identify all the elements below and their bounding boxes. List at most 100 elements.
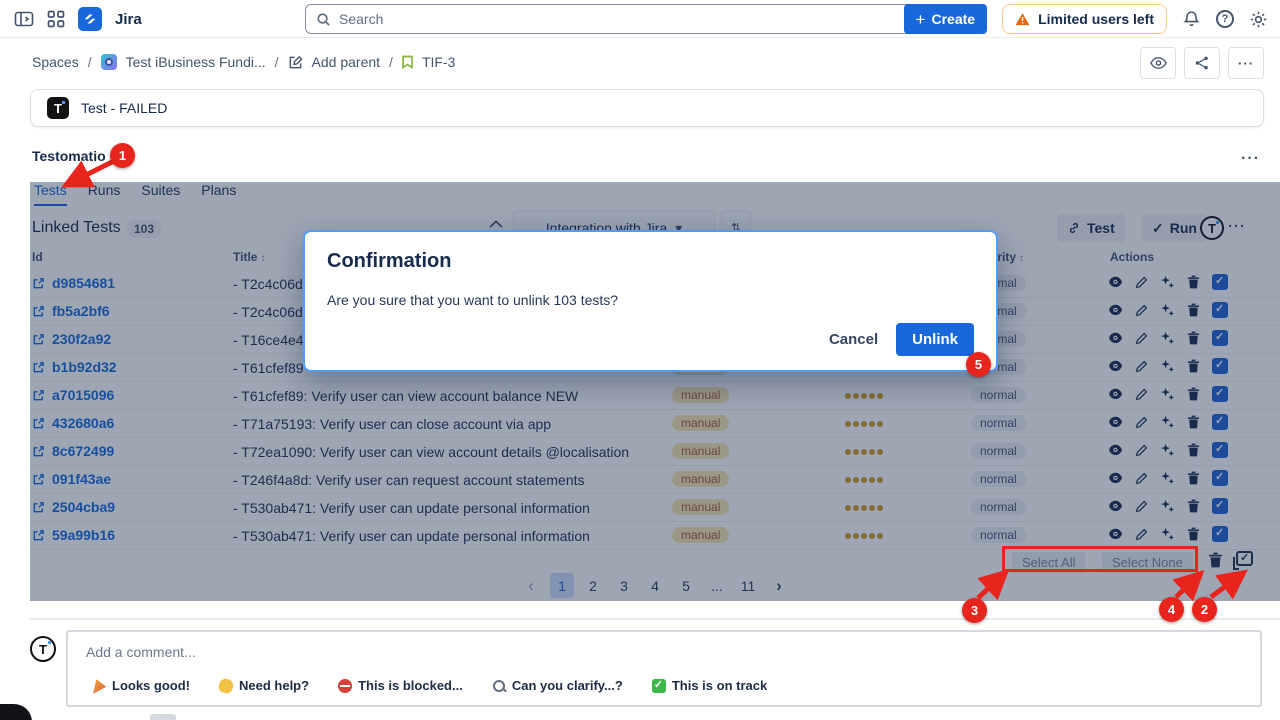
pagination-page[interactable]: 11: [736, 573, 760, 598]
edit-test-pencil-icon[interactable]: [1135, 444, 1148, 457]
ai-sparkles-icon[interactable]: [1160, 499, 1175, 514]
row-checkbox[interactable]: [1212, 526, 1228, 542]
test-id-link[interactable]: 091f43ae: [32, 471, 111, 487]
select-none-button[interactable]: Select None: [1102, 552, 1193, 573]
row-checkbox[interactable]: [1212, 274, 1228, 290]
select-all-button[interactable]: Select All: [1012, 552, 1085, 573]
panel-more-button[interactable]: ···: [1228, 218, 1246, 235]
edit-test-pencil-icon[interactable]: [1135, 304, 1148, 317]
ai-sparkles-icon[interactable]: [1160, 331, 1175, 346]
row-checkbox[interactable]: [1212, 414, 1228, 430]
edit-test-pencil-icon[interactable]: [1135, 276, 1148, 289]
comment-editor[interactable]: Looks good! Need help? This is blocked..…: [66, 630, 1262, 707]
quick-reply-chip[interactable]: Can you clarify...?: [492, 678, 623, 693]
delete-trash-icon[interactable]: [1187, 527, 1200, 541]
test-id-link[interactable]: a7015096: [32, 387, 114, 403]
delete-trash-icon[interactable]: [1187, 415, 1200, 429]
quick-reply-chip[interactable]: This is blocked...: [338, 678, 463, 693]
view-test-eye-icon[interactable]: [1108, 388, 1123, 400]
edit-test-pencil-icon[interactable]: [1135, 388, 1148, 401]
test-id-link[interactable]: 432680a6: [32, 415, 114, 431]
pagination-page[interactable]: 4: [643, 573, 667, 598]
test-id-link[interactable]: 230f2a92: [32, 331, 111, 347]
row-checkbox[interactable]: [1212, 386, 1228, 402]
edit-test-pencil-icon[interactable]: [1135, 332, 1148, 345]
delete-trash-icon[interactable]: [1187, 443, 1200, 457]
view-test-eye-icon[interactable]: [1108, 276, 1123, 288]
linked-issue-card[interactable]: T Test - FAILED: [30, 89, 1264, 127]
view-test-eye-icon[interactable]: [1108, 304, 1123, 316]
pagination-page[interactable]: ...: [705, 573, 729, 598]
pagination-next-icon[interactable]: ›: [767, 573, 791, 598]
comment-input[interactable]: [86, 644, 586, 660]
pagination-page[interactable]: 3: [612, 573, 636, 598]
quick-reply-chip[interactable]: Looks good!: [92, 678, 190, 693]
limited-users-button[interactable]: Limited users left: [1002, 4, 1167, 34]
breadcrumb-add-parent[interactable]: Add parent: [312, 54, 381, 70]
panel-tab[interactable]: Plans: [201, 182, 236, 206]
delete-trash-icon[interactable]: [1187, 387, 1200, 401]
row-checkbox[interactable]: [1212, 470, 1228, 486]
row-checkbox[interactable]: [1212, 442, 1228, 458]
edit-test-pencil-icon[interactable]: [1135, 360, 1148, 373]
ai-sparkles-icon[interactable]: [1160, 303, 1175, 318]
section-more-button[interactable]: ···: [1241, 150, 1260, 168]
delete-trash-icon[interactable]: [1187, 275, 1200, 289]
watch-eye-button[interactable]: [1140, 47, 1176, 79]
quick-reply-chip[interactable]: This is on track: [652, 678, 767, 693]
jira-logo-icon[interactable]: [78, 7, 102, 31]
breadcrumb-issue-key[interactable]: TIF-3: [422, 54, 455, 70]
view-test-eye-icon[interactable]: [1108, 528, 1123, 540]
delete-trash-icon[interactable]: [1187, 303, 1200, 317]
run-button[interactable]: ✓ Run: [1142, 214, 1207, 242]
link-test-button[interactable]: Test: [1057, 214, 1125, 242]
view-test-eye-icon[interactable]: [1108, 416, 1123, 428]
testomatio-logo-icon[interactable]: T: [1200, 216, 1224, 240]
edit-test-pencil-icon[interactable]: [1135, 528, 1148, 541]
test-id-link[interactable]: 59a99b16: [32, 527, 115, 543]
view-test-eye-icon[interactable]: [1108, 500, 1123, 512]
cancel-button[interactable]: Cancel: [829, 331, 878, 348]
create-button[interactable]: + Create: [904, 4, 988, 34]
help-icon[interactable]: ?: [1216, 10, 1234, 28]
delete-trash-icon[interactable]: [1187, 499, 1200, 513]
test-id-link[interactable]: 2504cba9: [32, 499, 115, 515]
bulk-delete-trash-icon[interactable]: [1208, 552, 1223, 568]
view-test-eye-icon[interactable]: [1108, 472, 1123, 484]
bulk-select-checkbox-icon[interactable]: [1236, 551, 1253, 566]
pagination-page[interactable]: 1: [550, 573, 574, 598]
breadcrumb-project[interactable]: Test iBusiness Fundi...: [126, 54, 266, 70]
unlink-button[interactable]: Unlink: [896, 323, 974, 356]
ai-sparkles-icon[interactable]: [1160, 275, 1175, 290]
pagination-prev-icon[interactable]: ‹: [519, 573, 543, 598]
test-id-link[interactable]: 8c672499: [32, 443, 114, 459]
view-test-eye-icon[interactable]: [1108, 444, 1123, 456]
notifications-bell-icon[interactable]: [1182, 9, 1201, 29]
delete-trash-icon[interactable]: [1187, 331, 1200, 345]
edit-test-pencil-icon[interactable]: [1135, 500, 1148, 513]
delete-trash-icon[interactable]: [1187, 471, 1200, 485]
ai-sparkles-icon[interactable]: [1160, 527, 1175, 542]
row-checkbox[interactable]: [1212, 498, 1228, 514]
share-button[interactable]: [1184, 47, 1220, 79]
ai-sparkles-icon[interactable]: [1160, 387, 1175, 402]
panel-tab[interactable]: Tests: [34, 182, 67, 206]
more-actions-button[interactable]: ···: [1228, 47, 1264, 79]
quick-reply-chip[interactable]: Need help?: [219, 678, 309, 693]
settings-gear-icon[interactable]: [1249, 10, 1268, 29]
panel-tab[interactable]: Runs: [88, 182, 121, 206]
delete-trash-icon[interactable]: [1187, 359, 1200, 373]
app-switcher-icon[interactable]: [47, 10, 65, 28]
edit-test-pencil-icon[interactable]: [1135, 416, 1148, 429]
ai-sparkles-icon[interactable]: [1160, 415, 1175, 430]
sidebar-toggle-icon[interactable]: [14, 10, 34, 28]
test-id-link[interactable]: fb5a2bf6: [32, 303, 110, 319]
view-test-eye-icon[interactable]: [1108, 332, 1123, 344]
pagination-page[interactable]: 2: [581, 573, 605, 598]
search-input[interactable]: [339, 11, 916, 27]
test-id-link[interactable]: d9854681: [32, 275, 115, 291]
row-checkbox[interactable]: [1212, 358, 1228, 374]
ai-sparkles-icon[interactable]: [1160, 471, 1175, 486]
panel-tab[interactable]: Suites: [141, 182, 180, 206]
edit-test-pencil-icon[interactable]: [1135, 472, 1148, 485]
